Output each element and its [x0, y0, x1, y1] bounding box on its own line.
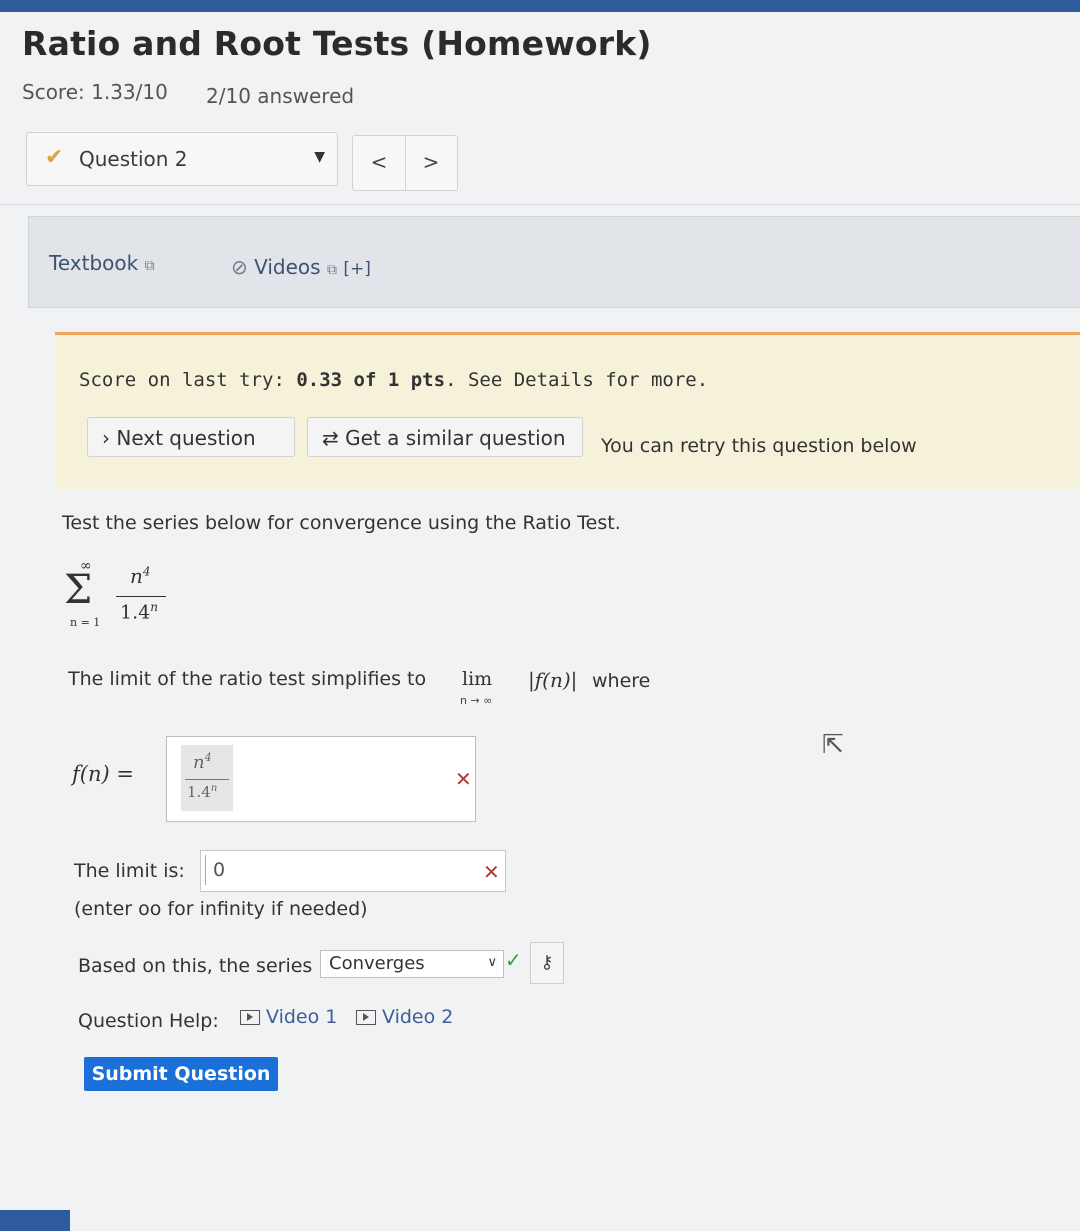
paperclip-icon: ⊘: [231, 255, 248, 279]
question-select[interactable]: ✔ Question 2 ▼: [26, 132, 338, 186]
similar-question-label: Get a similar question: [345, 426, 566, 450]
fraction-bar: [116, 596, 166, 597]
last-try-score: Score on last try: 0.33 of 1 pts. See De…: [79, 369, 708, 391]
divider: [0, 204, 1080, 205]
submit-question-button[interactable]: Submit Question: [84, 1057, 278, 1091]
video-1-label: Video 1: [266, 1006, 338, 1028]
similar-question-button[interactable]: ⇄ Get a similar question: [307, 417, 583, 457]
partial-check-icon: ✔: [45, 145, 64, 170]
video-icon: [356, 1010, 376, 1025]
textbook-label: Textbook: [49, 251, 139, 275]
chevron-down-icon: ∨: [487, 955, 497, 970]
correct-check-icon: ✓: [505, 948, 522, 972]
question-prompt: Test the series below for convergence us…: [62, 512, 621, 534]
next-question-button[interactable]: › Next question: [87, 417, 295, 457]
limit-text: The limit of the ratio test simplifies t…: [68, 668, 427, 690]
series-den-base: 1.4: [120, 601, 151, 624]
bottom-left-bar: [0, 1210, 70, 1231]
page-title: Ratio and Root Tests (Homework): [22, 24, 652, 63]
incorrect-icon: ✕: [483, 860, 500, 884]
notice-suffix: . See Details for more.: [445, 369, 709, 391]
top-bar: [0, 0, 1080, 12]
answered-count: 2/10 answered: [206, 84, 355, 108]
lim-word: lim: [462, 668, 493, 690]
question-help-label: Question Help:: [78, 1010, 219, 1032]
chevron-down-icon: ▼: [314, 149, 325, 165]
videos-link[interactable]: ⊘ Videos ⧉ [+]: [231, 255, 371, 279]
based-label: Based on this, the series: [78, 955, 313, 977]
score-notice: Score on last try: 0.33 of 1 pts. See De…: [55, 332, 1080, 489]
fn-label: f(n) =: [72, 762, 134, 786]
next-question-label: Next question: [116, 426, 256, 450]
question-nav-buttons: < >: [352, 135, 458, 191]
score-text: Score: 1.33/10: [22, 80, 168, 104]
limit-value: 0: [213, 859, 226, 881]
fn-num: n4: [193, 751, 212, 773]
textbook-link[interactable]: Textbook ⧉: [49, 251, 155, 275]
chevron-right-icon: ›: [102, 426, 110, 450]
series-num-exp: 4: [142, 564, 151, 579]
key-icon[interactable]: ⚷: [530, 942, 564, 984]
resources-panel: Textbook ⧉ ⊘ Videos ⧉ [+]: [28, 216, 1080, 308]
series-denominator: 1.4n: [120, 600, 158, 623]
input-caret: [205, 855, 206, 885]
sigma-symbol: Σ: [64, 567, 93, 613]
limit-hint: (enter oo for infinity if needed): [74, 898, 368, 920]
page: [0, 12, 1080, 1231]
series-numerator: n4: [130, 564, 151, 588]
incorrect-icon: ✕: [455, 767, 472, 791]
video-1-link[interactable]: Video 1: [240, 1006, 337, 1028]
next-question-arrow-button[interactable]: >: [405, 136, 457, 190]
expand-toggle[interactable]: [+]: [343, 259, 371, 279]
series-num-base: n: [130, 564, 143, 588]
fn-den-base: 1.4: [187, 783, 211, 801]
series-den-exp: n: [150, 600, 158, 614]
limit-label: The limit is:: [74, 860, 185, 882]
video-2-label: Video 2: [382, 1006, 454, 1028]
fn-num-exp: 4: [204, 751, 212, 764]
fn-answer-input[interactable]: n4 1.4n ✕: [166, 736, 476, 822]
refresh-icon: ⇄: [322, 426, 339, 450]
videos-label: Videos: [254, 255, 321, 279]
lim-expression: |f(n)|: [528, 668, 578, 692]
question-select-label: Question 2: [79, 147, 188, 171]
fn-answer-fraction: n4 1.4n: [181, 745, 233, 811]
limit-description: The limit of the ratio test simplifies t…: [68, 668, 426, 690]
external-link-icon: ⧉: [144, 258, 155, 274]
mouse-cursor-icon: ⇱: [822, 730, 844, 760]
previous-question-button[interactable]: <: [353, 136, 406, 190]
convergence-select[interactable]: Converges ∨: [320, 950, 504, 978]
fn-den-exp: n: [210, 783, 218, 794]
fn-fraction-bar: [185, 779, 229, 780]
fn-num-base: n: [193, 752, 205, 773]
video-icon: [240, 1010, 260, 1025]
convergence-select-value: Converges: [329, 953, 425, 974]
where-text: where: [592, 670, 651, 692]
fn-den: 1.4n: [187, 783, 217, 801]
notice-score-value: 0.33 of 1 pts: [296, 369, 446, 391]
video-2-link[interactable]: Video 2: [356, 1006, 453, 1028]
sigma-lower: n = 1: [70, 616, 101, 629]
lim-subscript: n → ∞: [460, 694, 493, 707]
retry-text: You can retry this question below: [601, 435, 917, 457]
notice-prefix: Score on last try:: [79, 369, 297, 391]
limit-input[interactable]: 0 ✕: [200, 850, 506, 892]
external-link-icon: ⧉: [326, 262, 337, 278]
